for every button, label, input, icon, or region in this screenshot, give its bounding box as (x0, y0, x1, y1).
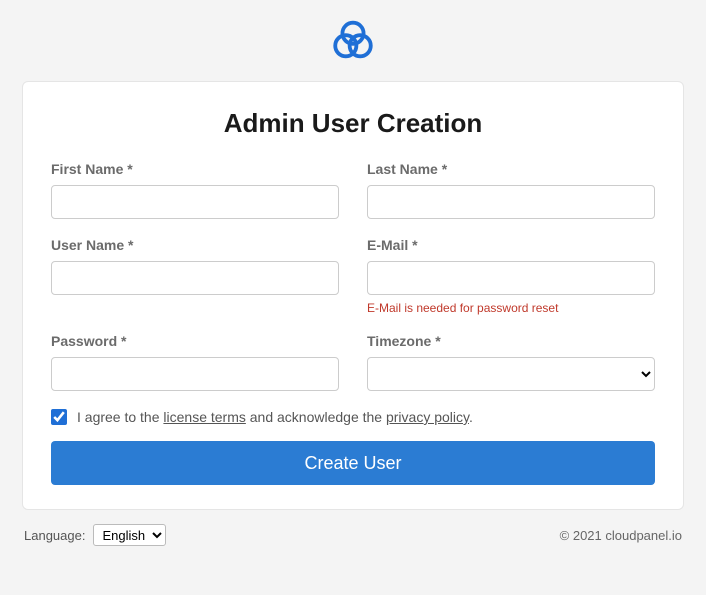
timezone-label: Timezone * (367, 333, 655, 349)
license-terms-link[interactable]: license terms (163, 409, 245, 425)
email-hint: E-Mail is needed for password reset (367, 301, 655, 315)
logo-wrap (0, 0, 706, 81)
form-card: Admin User Creation First Name * Last Na… (22, 81, 684, 510)
first-name-label: First Name * (51, 161, 339, 177)
timezone-select[interactable] (367, 357, 655, 391)
page-title: Admin User Creation (51, 108, 655, 139)
create-user-button[interactable]: Create User (51, 441, 655, 485)
first-name-input[interactable] (51, 185, 339, 219)
footer: Language: English © 2021 cloudpanel.io (0, 510, 706, 546)
privacy-policy-link[interactable]: privacy policy (386, 409, 469, 425)
agree-text: I agree to the license terms and acknowl… (77, 409, 473, 425)
last-name-label: Last Name * (367, 161, 655, 177)
email-label: E-Mail * (367, 237, 655, 253)
language-select[interactable]: English (93, 524, 166, 546)
logo-icon (329, 16, 377, 64)
last-name-input[interactable] (367, 185, 655, 219)
language-selector-wrap: Language: English (24, 524, 166, 546)
password-input[interactable] (51, 357, 339, 391)
agree-row: I agree to the license terms and acknowl… (51, 409, 655, 425)
agree-checkbox[interactable] (51, 409, 67, 425)
user-name-input[interactable] (51, 261, 339, 295)
password-label: Password * (51, 333, 339, 349)
email-input[interactable] (367, 261, 655, 295)
language-label: Language: (24, 528, 85, 543)
user-name-label: User Name * (51, 237, 339, 253)
copyright-text: © 2021 cloudpanel.io (560, 528, 682, 543)
